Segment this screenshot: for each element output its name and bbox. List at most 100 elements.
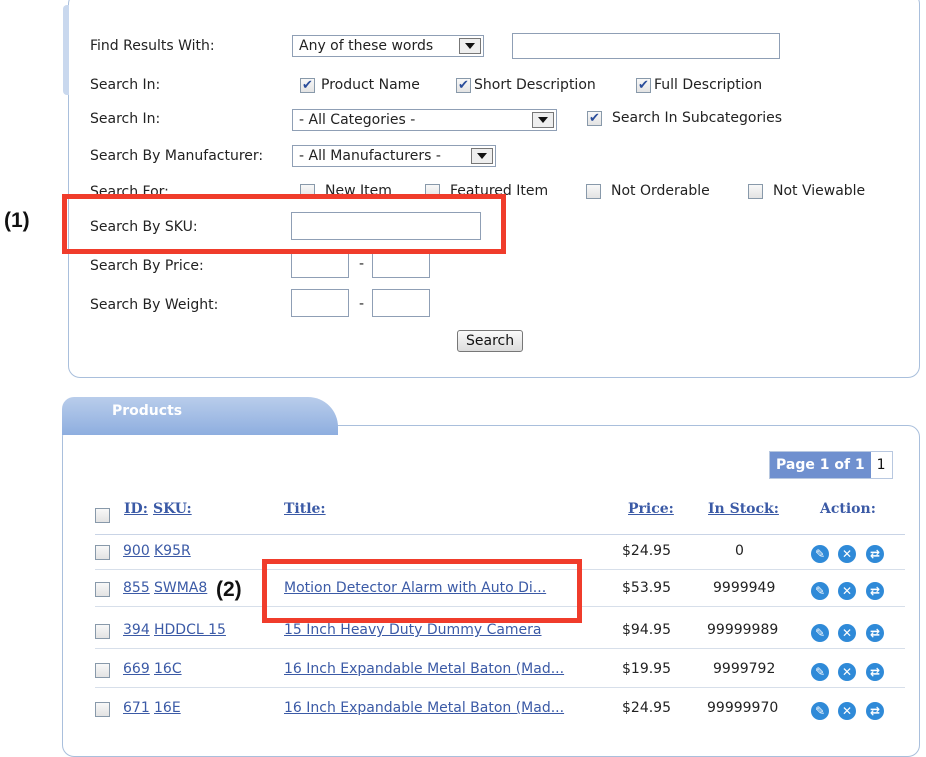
manufacturer-label: Search By Manufacturer: <box>90 148 264 164</box>
row-title[interactable]: 16 Inch Expandable Metal Baton (Mad... <box>284 700 564 716</box>
row-stock: 0 <box>735 543 744 559</box>
table-row: 669 16C 16 Inch Expandable Metal Baton (… <box>95 655 905 688</box>
edit-icon[interactable]: ✎ <box>811 702 829 720</box>
row-stock: 9999792 <box>713 661 776 677</box>
edit-icon[interactable]: ✎ <box>811 582 829 600</box>
search-button[interactable]: Search <box>457 330 524 352</box>
checkbox-icon[interactable]: ✔ <box>587 110 602 126</box>
row-price: $53.95 <box>622 580 671 596</box>
row-title[interactable]: 15 Inch Heavy Duty Dummy Camera <box>284 622 542 638</box>
row-checkbox[interactable] <box>95 582 110 597</box>
category-label: Search In: <box>90 111 161 127</box>
subcategories-option[interactable]: ✔ Search In Subcategories <box>587 110 782 126</box>
row-sku[interactable]: SWMA8 <box>154 580 207 596</box>
option-label: Not Orderable <box>611 183 710 199</box>
row-sku[interactable]: 16E <box>154 700 181 716</box>
row-checkbox[interactable] <box>95 663 110 678</box>
weight-range-separator: - <box>359 296 365 312</box>
delete-icon[interactable]: ✕ <box>838 582 856 600</box>
select-all-checkbox[interactable] <box>95 508 110 523</box>
checkbox-icon[interactable] <box>748 183 763 199</box>
delete-icon[interactable]: ✕ <box>838 702 856 720</box>
manufacturer-select[interactable]: - All Manufacturers - <box>292 145 496 167</box>
chevron-down-icon[interactable] <box>532 112 554 128</box>
copy-icon[interactable]: ⇄ <box>866 545 884 563</box>
row-price: $94.95 <box>622 622 671 638</box>
search-in-product-name[interactable]: ✔ Product Name <box>300 77 420 93</box>
row-checkbox[interactable] <box>95 702 110 717</box>
header-action: Action: <box>820 501 876 517</box>
chevron-down-icon[interactable] <box>459 38 481 54</box>
checkbox-icon[interactable]: ✔ <box>636 77 651 93</box>
keyword-input[interactable] <box>512 33 780 59</box>
header-id[interactable]: ID: <box>124 501 148 517</box>
price-range-separator: - <box>359 256 365 272</box>
option-label: Short Description <box>474 77 596 93</box>
edit-icon[interactable]: ✎ <box>811 545 829 563</box>
row-id[interactable]: 855 <box>123 580 150 596</box>
search-for-not-orderable[interactable]: Not Orderable <box>586 183 710 199</box>
copy-icon[interactable]: ⇄ <box>866 624 884 642</box>
table-row: 671 16E 16 Inch Expandable Metal Baton (… <box>95 694 905 726</box>
row-id[interactable]: 900 <box>123 543 150 559</box>
search-in-label: Search In: <box>90 77 161 93</box>
row-checkbox[interactable] <box>95 545 110 560</box>
search-in-short-description[interactable]: ✔ Short Description <box>456 77 596 93</box>
chevron-down-icon[interactable] <box>471 148 493 164</box>
row-stock: 9999949 <box>713 580 776 596</box>
search-in-full-description[interactable]: ✔ Full Description <box>636 77 762 93</box>
manufacturer-value: - All Manufacturers - <box>299 148 441 164</box>
row-id[interactable]: 671 <box>123 700 150 716</box>
edit-icon[interactable]: ✎ <box>811 663 829 681</box>
price-max-input[interactable] <box>372 250 430 278</box>
copy-icon[interactable]: ⇄ <box>866 582 884 600</box>
row-title[interactable]: 16 Inch Expandable Metal Baton (Mad... <box>284 661 564 677</box>
edit-icon[interactable]: ✎ <box>811 624 829 642</box>
checkbox-icon[interactable]: ✔ <box>300 77 315 93</box>
row-sku[interactable]: 16C <box>154 661 182 677</box>
header-in-stock[interactable]: In Stock: <box>708 501 779 517</box>
category-select[interactable]: - All Categories - <box>292 109 557 131</box>
option-label: Product Name <box>321 77 420 93</box>
weight-label: Search By Weight: <box>90 297 219 313</box>
header-divider <box>95 534 905 535</box>
row-stock: 99999989 <box>707 622 779 638</box>
header-price[interactable]: Price: <box>628 501 674 517</box>
panel-shade <box>63 5 69 95</box>
checkbox-icon[interactable]: ✔ <box>456 77 471 93</box>
option-label: Full Description <box>654 77 763 93</box>
annotation-label-1: (1) <box>4 209 30 232</box>
price-min-input[interactable] <box>291 250 349 278</box>
row-id[interactable]: 394 <box>123 622 150 638</box>
search-for-not-viewable[interactable]: Not Viewable <box>748 183 865 199</box>
pager-label: Page 1 of 1 <box>770 452 871 478</box>
weight-max-input[interactable] <box>372 289 430 317</box>
tab-products[interactable]: Products <box>62 397 338 435</box>
header-sku[interactable]: SKU: <box>153 501 192 517</box>
weight-min-input[interactable] <box>291 289 349 317</box>
annotation-label-2: (2) <box>214 578 244 602</box>
header-title[interactable]: Title: <box>284 501 326 517</box>
annotation-box-2 <box>262 559 582 623</box>
find-results-value: Any of these words <box>299 38 434 54</box>
row-stock: 99999970 <box>707 700 779 716</box>
row-sku[interactable]: K95R <box>154 543 191 559</box>
pagination: Page 1 of 1 1 <box>769 451 893 479</box>
delete-icon[interactable]: ✕ <box>838 663 856 681</box>
row-sku[interactable]: HDDCL 15 <box>154 622 226 638</box>
row-id[interactable]: 669 <box>123 661 150 677</box>
pager-page-1[interactable]: 1 <box>870 452 892 478</box>
find-results-label: Find Results With: <box>90 38 215 54</box>
tab-products-label: Products <box>112 403 183 419</box>
copy-icon[interactable]: ⇄ <box>866 702 884 720</box>
delete-icon[interactable]: ✕ <box>838 545 856 563</box>
row-price: $24.95 <box>622 700 671 716</box>
checkbox-icon[interactable] <box>586 183 601 199</box>
option-label: Search In Subcategories <box>612 110 783 126</box>
row-checkbox[interactable] <box>95 624 110 639</box>
copy-icon[interactable]: ⇄ <box>866 663 884 681</box>
row-price: $24.95 <box>622 543 671 559</box>
find-results-select[interactable]: Any of these words <box>292 35 484 57</box>
option-label: Not Viewable <box>773 183 866 199</box>
delete-icon[interactable]: ✕ <box>838 624 856 642</box>
